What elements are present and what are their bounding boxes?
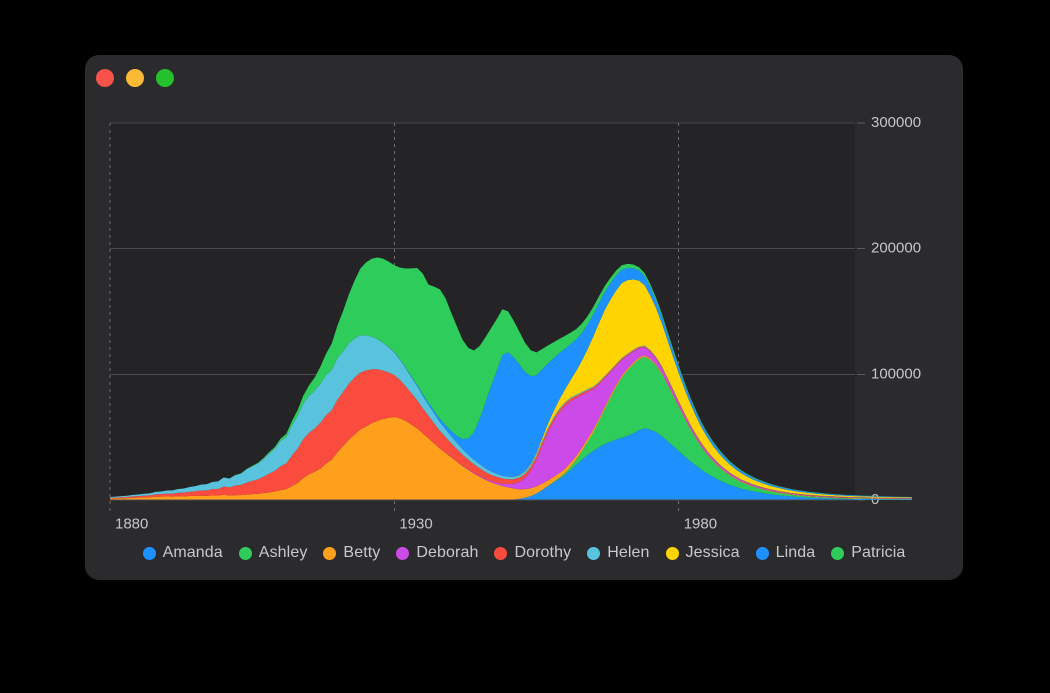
y-axis-tick-label: 200000 [871,240,921,257]
chart-canvas: 0100000200000300000188019301980 [85,55,963,535]
legend-item-patricia[interactable]: Patricia [831,544,905,562]
legend-item-betty[interactable]: Betty [323,544,380,562]
legend-item-label: Patricia [851,544,906,561]
legend-item-jessica[interactable]: Jessica [665,544,740,562]
legend-swatch-icon [587,546,601,560]
legend-item-helen[interactable]: Helen [587,544,649,562]
app-window: 0100000200000300000188019301980 AmandaAs… [85,55,963,580]
x-axis-tick-label: 1930 [399,515,432,532]
legend-item-ashley[interactable]: Ashley [238,544,308,562]
x-axis-tick-label: 1880 [115,515,148,532]
legend-item-label: Amanda [162,544,223,561]
legend-item-dorothy[interactable]: Dorothy [494,544,571,562]
legend-swatch-icon [831,546,845,560]
legend-swatch-icon [755,546,769,560]
legend-swatch-icon [142,546,156,560]
legend-swatch-icon [238,546,252,560]
legend-item-label: Linda [775,544,816,561]
legend-item-linda[interactable]: Linda [755,544,816,562]
legend-swatch-icon [396,546,410,560]
stacked-area-chart: 0100000200000300000188019301980 [109,114,921,532]
y-axis-tick-label: 300000 [871,114,921,131]
chart-legend: Amanda Ashley Betty Deborah Dorothy Helen Jess… [85,533,963,573]
legend-item-label: Helen [607,544,650,561]
legend-item-label: Deborah [416,544,479,561]
legend-item-deborah[interactable]: Deborah [396,544,478,562]
x-axis-tick-label: 1980 [684,515,717,532]
screen-root: 0100000200000300000188019301980 AmandaAs… [0,0,1050,693]
legend-item-label: Dorothy [514,544,572,561]
legend-swatch-icon [494,546,508,560]
legend-swatch-icon [665,546,679,560]
y-axis-tick-label: 100000 [871,365,921,382]
legend-swatch-icon [323,546,337,560]
legend-item-label: Betty [343,544,381,561]
legend-item-label: Ashley [258,544,308,561]
legend-item-amanda[interactable]: Amanda [142,544,223,562]
legend-item-label: Jessica [685,544,740,561]
